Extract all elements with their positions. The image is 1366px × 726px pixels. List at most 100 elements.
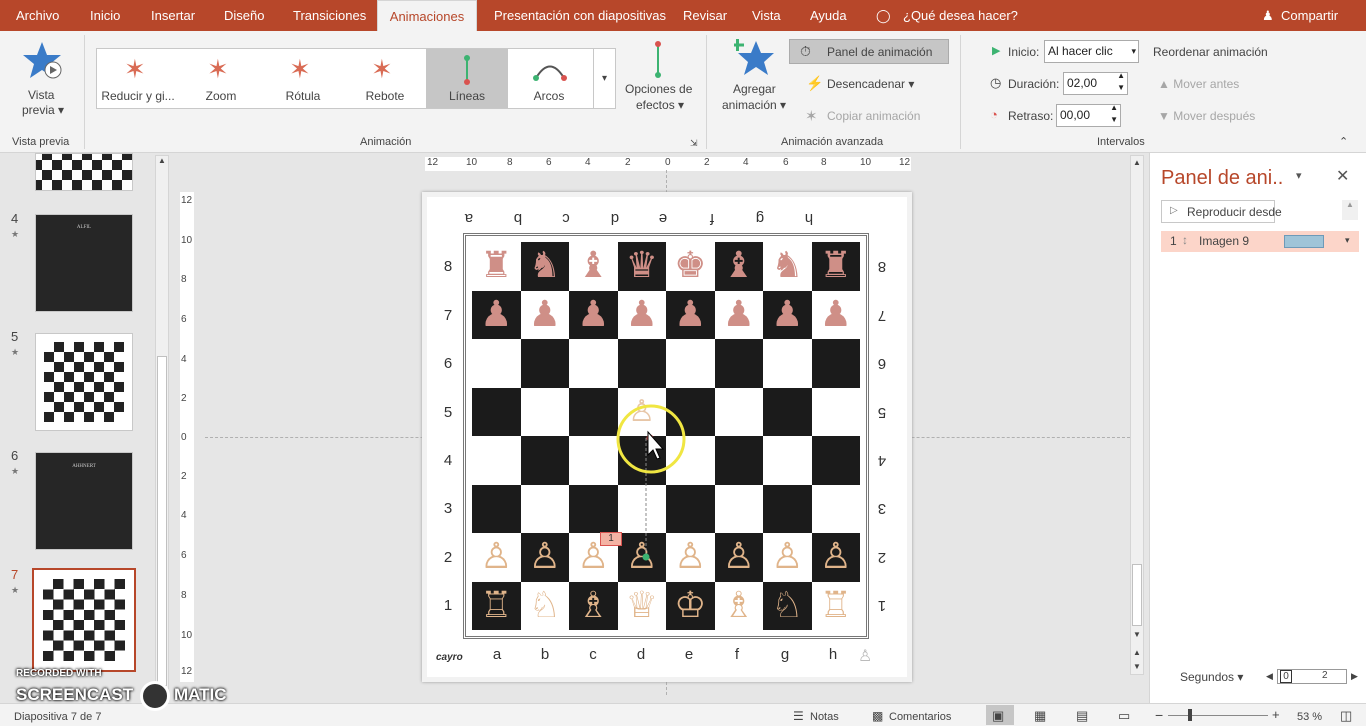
ruler-tick: 8 [507,157,513,168]
dialog-launcher-icon[interactable]: ⇲ [690,138,698,149]
scroll-down-icon[interactable]: ▼ [1131,630,1143,639]
chevron-right-icon[interactable]: ▶ [1351,671,1358,682]
scrollbar-thumb[interactable] [157,356,167,686]
copy-animation-button[interactable]: Copiar animación [827,109,920,123]
tab-inicio[interactable]: Inicio [90,0,120,31]
scroll-up-icon[interactable]: ▲ [156,156,168,168]
gallery-item-reducir[interactable]: ✶ Reducir y gi... [97,49,179,108]
duration-spinner[interactable]: 02,00 ▲ ▼ [1063,70,1128,95]
group-divider [84,35,85,149]
tab-vista[interactable]: Vista [752,0,781,31]
pane-scroll-up-icon[interactable]: ▲ [1342,200,1358,220]
timeline-end: 2 [1322,670,1328,681]
gallery-item-rotula[interactable]: ✶ Rótula [262,49,344,108]
gallery-item-rebote[interactable]: ✶ Rebote [344,49,426,108]
add-animation-button[interactable]: Agregar [733,82,776,96]
add-animation-star-icon [731,37,776,80]
animation-item-number: 1 [1170,234,1177,248]
gallery-item-zoom[interactable]: ✶ Zoom [180,49,262,108]
gallery-item-label: Arcos [533,89,565,103]
comments-button[interactable]: Comentarios [889,711,951,723]
add-animation-button-line2[interactable]: animación ▾ [722,98,786,112]
reading-view-icon[interactable]: ▤ [1076,708,1088,724]
slide-sorter-icon[interactable]: ▦ [1034,708,1046,724]
timeline-unit-dropdown[interactable]: Segundos ▾ [1180,670,1243,684]
ruler-tick: 12 [181,195,193,206]
slide-number: 5 [11,329,19,344]
ruler-tick: 10 [181,235,193,246]
chevron-left-icon[interactable]: ◀ [1266,671,1273,682]
slide-thumbnail-7[interactable] [32,568,136,672]
tell-me-search[interactable]: ¿Qué desea hacer? [903,0,1018,31]
current-slide[interactable]: a b c d e f g h a b c d e f g h 8 7 6 5 … [422,192,912,682]
zoom-slider-track[interactable] [1168,715,1268,716]
group-label-advanced: Animación avanzada [781,136,884,148]
ruler-tick: 12 [899,157,911,168]
move-later-button[interactable]: ▼ Mover después [1158,109,1255,123]
animation-star-icon: ★ [11,585,20,595]
animation-star-icon: ★ [11,229,20,239]
animation-list-item[interactable]: 1 ↕ Imagen 9 ▾ [1161,231,1359,252]
animation-pane-title: Panel de ani.. [1161,167,1284,189]
group-label-timing: Intervalos [1097,136,1145,148]
zoom-slider-thumb[interactable] [1188,709,1192,721]
ruler-tick: 8 [181,274,187,285]
timeline-bar[interactable] [1284,235,1324,248]
zoom-percent[interactable]: 53 % [1297,711,1322,723]
animation-order-tag[interactable]: 1 [600,532,622,546]
tab-revisar[interactable]: Revisar [683,0,727,31]
previous-slide-icon[interactable]: ▲ [1131,648,1143,657]
slideshow-icon[interactable]: ▭ [1118,708,1130,724]
thumb-chessboard [44,342,124,422]
animation-pane-label: Panel de animación [827,45,933,59]
collapse-ribbon-icon[interactable]: ⌃ [1339,135,1348,148]
tab-archivo[interactable]: Archivo [16,0,59,31]
effect-options-icon [655,41,661,78]
gallery-more-button[interactable]: ▾ [593,49,615,108]
slide-thumbnail-6[interactable]: AHHNERT [35,452,133,550]
effect-options-button[interactable]: Opciones de [625,82,692,96]
chevron-down-icon[interactable]: ▾ [1345,235,1350,246]
preview-button-line2[interactable]: previa ▾ [22,103,64,117]
slide-thumbnail-5[interactable] [35,333,133,431]
pane-options-chevron-icon[interactable]: ▾ [1296,169,1302,182]
effect-options-button-line2[interactable]: efectos ▾ [636,98,684,112]
tab-diseno[interactable]: Diseño [224,0,264,31]
zoom-in-icon[interactable]: + [1272,707,1280,722]
tab-animaciones[interactable]: Animaciones [377,0,477,31]
zoom-out-icon[interactable]: − [1155,707,1163,723]
notes-button[interactable]: Notas [810,711,839,723]
trigger-button[interactable]: Desencadenar ▾ [827,77,914,91]
close-icon[interactable]: ✕ [1336,166,1349,186]
slide-thumbnail-4[interactable]: ALFIL [35,214,133,312]
ruler-tick: 10 [860,157,872,168]
tab-insertar[interactable]: Insertar [151,0,195,31]
tab-ayuda[interactable]: Ayuda [810,0,847,31]
animation-pane-button[interactable]: ⏱ Panel de animación [789,39,949,64]
spin-arrows-icon[interactable]: ▲ ▼ [1110,102,1118,126]
share-button[interactable]: Compartir [1281,0,1338,31]
delay-spinner[interactable]: 00,00 ▲ ▼ [1056,102,1121,127]
spin-arrows-icon[interactable]: ▲ ▼ [1117,70,1125,94]
thumbnail-scrollbar[interactable]: ▲ [155,155,169,700]
gallery-item-lineas[interactable]: Líneas [426,49,508,108]
motion-path-start-icon[interactable] [642,553,650,561]
scrollbar-thumb[interactable] [1132,564,1142,626]
play-from-button[interactable]: ▷ Reproducir desde [1161,200,1282,223]
preview-button[interactable]: Vista [28,88,54,102]
normal-view-icon[interactable]: ▣ [992,708,1004,724]
move-earlier-button[interactable]: ▲ Mover antes [1158,77,1239,91]
ribbon: Vista previa ▾ Vista previa ✶ Reducir y … [0,31,1366,153]
tab-presentacion[interactable]: Presentación con diapositivas [494,0,666,31]
tab-transiciones[interactable]: Transiciones [293,0,366,31]
animation-star-icon: ★ [11,347,20,357]
start-dropdown[interactable]: Al hacer clic ▾ [1044,40,1139,63]
timeline-zoom-scale[interactable]: 0 2 [1277,669,1347,684]
gallery-item-arcos[interactable]: Arcos [508,49,590,108]
slide-thumbnail-partial[interactable] [35,153,133,191]
next-slide-icon[interactable]: ▼ [1131,662,1143,671]
scroll-up-icon[interactable]: ▲ [1131,158,1143,167]
ruler-tick: 2 [704,157,710,168]
fit-to-window-icon[interactable]: ◫ [1340,708,1352,724]
canvas-scrollbar[interactable]: ▲ ▼ ▲ ▼ [1130,155,1144,675]
